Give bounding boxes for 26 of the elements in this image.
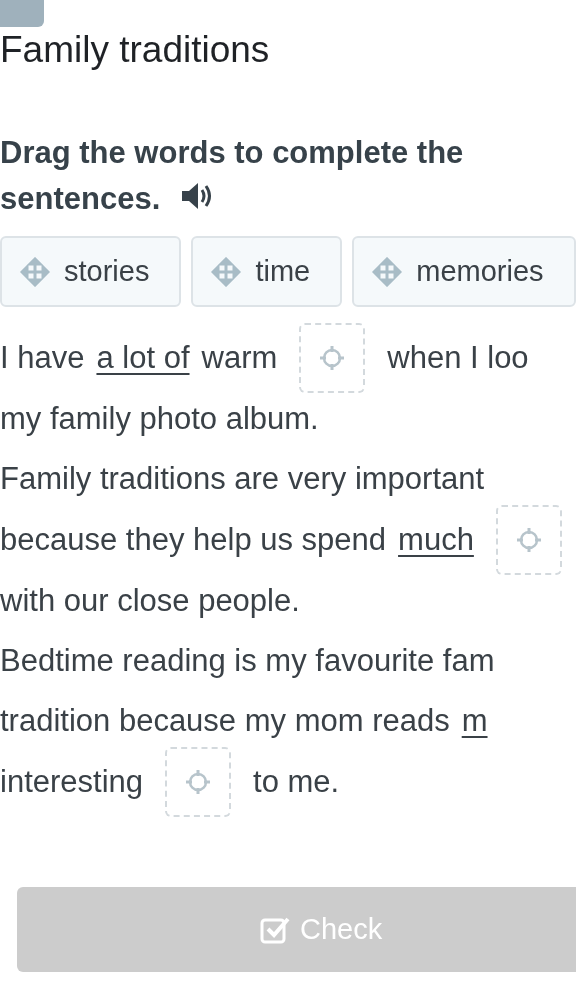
target-icon bbox=[319, 345, 346, 371]
sentence-text: with our close people. bbox=[0, 581, 300, 620]
drop-zone[interactable] bbox=[165, 747, 232, 817]
word-chip[interactable]: memories bbox=[352, 236, 576, 307]
sentence-text: to me. bbox=[253, 762, 340, 801]
sentence-text: tradition because my mom reads bbox=[0, 701, 450, 740]
underlined-text: much bbox=[398, 520, 474, 559]
target-icon bbox=[185, 769, 212, 795]
target-icon bbox=[515, 527, 542, 553]
checkbox-icon bbox=[260, 915, 290, 944]
sentence-text: I have bbox=[0, 338, 85, 377]
drop-zone[interactable] bbox=[299, 323, 366, 393]
instruction: Drag the words to complete the sentences. bbox=[0, 134, 465, 218]
word-chip[interactable]: stories bbox=[0, 236, 182, 307]
page-title: Family traditions bbox=[0, 28, 270, 72]
sentence-text: interesting bbox=[0, 762, 144, 801]
sentence-text: Family traditions are very important bbox=[0, 459, 485, 498]
underlined-text: a lot of bbox=[96, 338, 190, 377]
word-chip[interactable]: time bbox=[191, 236, 343, 307]
sentence-text: Bedtime reading is my favourite fam bbox=[0, 641, 495, 680]
sentence-text: warm bbox=[201, 338, 278, 377]
underlined-text: m bbox=[461, 701, 488, 740]
sentence-text: my family photo album. bbox=[0, 399, 319, 438]
drop-zone[interactable] bbox=[495, 505, 562, 575]
sentence-text: because they help us spend bbox=[0, 520, 387, 559]
sentence-text: when I loo bbox=[387, 338, 529, 377]
